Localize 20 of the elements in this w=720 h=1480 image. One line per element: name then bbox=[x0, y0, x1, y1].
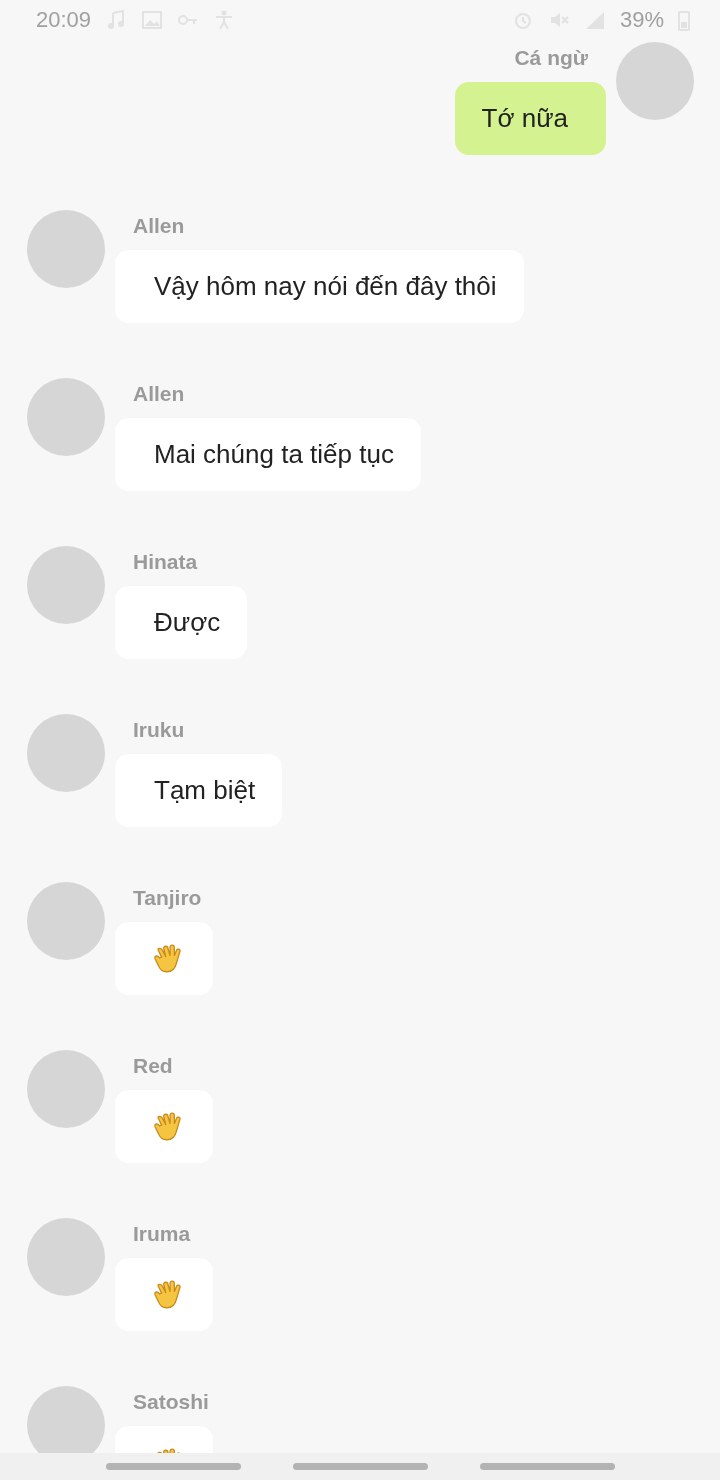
message-bubble: Tạm biệt bbox=[115, 754, 283, 827]
sender-name: Iruku bbox=[132, 717, 185, 743]
message-bubble: Tớ nữa bbox=[454, 82, 606, 155]
battery-percent: 39% bbox=[619, 7, 664, 33]
sender-name: Allen bbox=[132, 381, 185, 407]
sender-name: Tanjiro bbox=[132, 885, 202, 911]
sender-name: Hinata bbox=[132, 549, 198, 575]
message-bubble: Được bbox=[115, 586, 248, 659]
sender-name: Cá ngừ bbox=[514, 45, 589, 71]
status-time: 20:09 bbox=[36, 7, 92, 33]
avatar-photo-placeholder[interactable] bbox=[27, 1386, 105, 1453]
nav-handle[interactable] bbox=[105, 1463, 241, 1470]
sender-name: Red bbox=[132, 1053, 173, 1079]
sender-name: Satoshi bbox=[132, 1389, 209, 1415]
sender-name: Allen bbox=[132, 213, 185, 239]
sender-name: Iruma bbox=[132, 1221, 191, 1247]
message-bubble: Vậy hôm nay nói đến đây thôi bbox=[115, 250, 524, 323]
nav-handle[interactable] bbox=[292, 1463, 428, 1470]
message-bubble: Mai chúng ta tiếp tục bbox=[115, 418, 421, 491]
nav-handle[interactable] bbox=[479, 1463, 615, 1470]
